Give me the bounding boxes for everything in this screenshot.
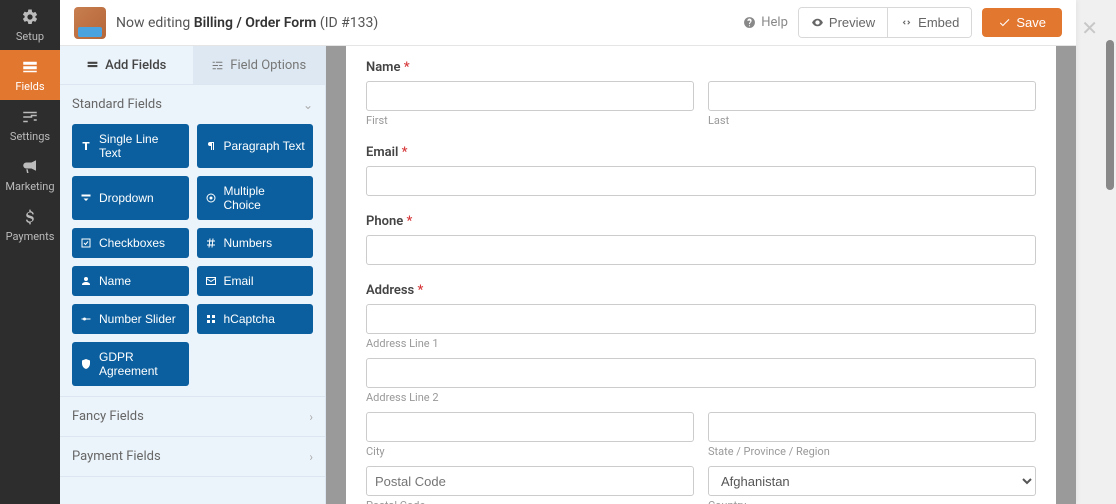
rail-item-fields[interactable]: Fields xyxy=(0,50,60,100)
field-email[interactable]: Email xyxy=(197,266,314,296)
left-rail: Setup Fields Settings Marketing Payments xyxy=(0,0,60,504)
section-header-standard[interactable]: Standard Fields ⌄ xyxy=(72,95,313,114)
dropdown-icon xyxy=(80,192,92,204)
help-link[interactable]: Help xyxy=(743,15,788,30)
mail-icon xyxy=(205,275,217,287)
input-first-name[interactable] xyxy=(366,81,694,111)
field-checkboxes[interactable]: Checkboxes xyxy=(72,228,189,258)
page-title: Now editing Billing / Order Form (ID #13… xyxy=(116,15,378,31)
code-icon xyxy=(900,16,913,29)
preview-field-phone[interactable]: Phone * xyxy=(366,214,1036,265)
preview-field-address[interactable]: Address * Address Line 1 Address Line 2 … xyxy=(366,283,1036,504)
section-fancy-fields: Fancy Fields › xyxy=(60,396,325,436)
sublabel-city: City xyxy=(366,445,694,458)
fields-icon xyxy=(21,58,39,76)
add-fields-icon xyxy=(86,59,99,72)
input-address-line1[interactable] xyxy=(366,304,1036,334)
radio-icon xyxy=(205,192,217,204)
section-standard-fields: Standard Fields ⌄ Single Line Text Parag… xyxy=(60,84,325,396)
chevron-right-icon: › xyxy=(309,410,313,424)
save-button[interactable]: Save xyxy=(982,8,1062,37)
field-single-line-text[interactable]: Single Line Text xyxy=(72,124,189,168)
field-gdpr-agreement[interactable]: GDPR Agreement xyxy=(72,342,189,386)
scrollbar-track xyxy=(1106,0,1114,504)
section-header-payment[interactable]: Payment Fields › xyxy=(72,447,313,466)
help-icon xyxy=(743,16,756,29)
input-phone[interactable] xyxy=(366,235,1036,265)
input-email[interactable] xyxy=(366,166,1036,196)
sublabel-line2: Address Line 2 xyxy=(366,391,1036,404)
check-icon xyxy=(998,16,1011,29)
slider-icon xyxy=(80,313,92,325)
field-options-icon xyxy=(211,59,224,72)
field-paragraph-text[interactable]: Paragraph Text xyxy=(197,124,314,168)
rail-item-label: Fields xyxy=(15,80,44,93)
field-number-slider[interactable]: Number Slider xyxy=(72,304,189,334)
rail-item-label: Setup xyxy=(16,30,44,43)
rail-item-settings[interactable]: Settings xyxy=(0,100,60,150)
rail-item-label: Settings xyxy=(10,130,50,143)
field-multiple-choice[interactable]: Multiple Choice xyxy=(197,176,314,220)
rail-item-label: Payments xyxy=(6,230,55,243)
bullhorn-icon xyxy=(21,158,39,176)
preview-embed-group: Preview Embed xyxy=(798,7,972,38)
fields-panel: Add Fields Field Options Standard Fields… xyxy=(60,46,326,504)
sublabel-line1: Address Line 1 xyxy=(366,337,1036,350)
paragraph-icon xyxy=(205,140,217,152)
select-country[interactable]: Afghanistan xyxy=(708,466,1036,496)
text-icon xyxy=(80,140,92,152)
label-email: Email * xyxy=(366,145,1036,160)
scrollbar-thumb[interactable] xyxy=(1106,40,1114,190)
field-numbers[interactable]: Numbers xyxy=(197,228,314,258)
preview-button[interactable]: Preview xyxy=(799,8,887,37)
section-payment-fields: Payment Fields › xyxy=(60,436,325,477)
gear-icon xyxy=(21,8,39,26)
hash-icon xyxy=(205,237,217,249)
rail-item-marketing[interactable]: Marketing xyxy=(0,150,60,200)
sublabel-first: First xyxy=(366,114,694,127)
chevron-right-icon: › xyxy=(309,450,313,464)
section-header-fancy[interactable]: Fancy Fields › xyxy=(72,407,313,426)
form-preview-wrap: Name * First Last xyxy=(326,46,1076,504)
rail-item-label: Marketing xyxy=(5,180,54,193)
input-postal[interactable] xyxy=(366,466,694,496)
chevron-down-icon: ⌄ xyxy=(303,98,313,112)
label-phone: Phone * xyxy=(366,214,1036,229)
embed-button[interactable]: Embed xyxy=(887,8,971,37)
label-name: Name * xyxy=(366,60,1036,75)
close-builder-icon[interactable]: ✕ xyxy=(1081,16,1098,40)
sliders-icon xyxy=(21,108,39,126)
form-preview[interactable]: Name * First Last xyxy=(346,46,1056,504)
shield-icon xyxy=(80,358,92,370)
preview-field-email[interactable]: Email * xyxy=(366,145,1036,196)
preview-field-name[interactable]: Name * First Last xyxy=(366,60,1036,127)
field-dropdown[interactable]: Dropdown xyxy=(72,176,189,220)
tab-add-fields[interactable]: Add Fields xyxy=(60,46,193,84)
field-name[interactable]: Name xyxy=(72,266,189,296)
eye-icon xyxy=(811,16,824,29)
rail-item-setup[interactable]: Setup xyxy=(0,0,60,50)
input-address-line2[interactable] xyxy=(366,358,1036,388)
input-city[interactable] xyxy=(366,412,694,442)
sublabel-last: Last xyxy=(708,114,1036,127)
tab-field-options[interactable]: Field Options xyxy=(193,46,326,84)
field-hcaptcha[interactable]: hCaptcha xyxy=(197,304,314,334)
sublabel-state: State / Province / Region xyxy=(708,445,1036,458)
dollar-icon xyxy=(21,208,39,226)
captcha-icon xyxy=(205,313,217,325)
label-address: Address * xyxy=(366,283,1036,298)
user-icon xyxy=(80,275,92,287)
wpforms-logo xyxy=(74,7,106,39)
checkbox-icon xyxy=(80,237,92,249)
input-last-name[interactable] xyxy=(708,81,1036,111)
topbar: Now editing Billing / Order Form (ID #13… xyxy=(60,0,1076,46)
sublabel-country: Country xyxy=(708,499,1036,504)
sublabel-postal: Postal Code xyxy=(366,499,694,504)
input-state[interactable] xyxy=(708,412,1036,442)
rail-item-payments[interactable]: Payments xyxy=(0,200,60,250)
